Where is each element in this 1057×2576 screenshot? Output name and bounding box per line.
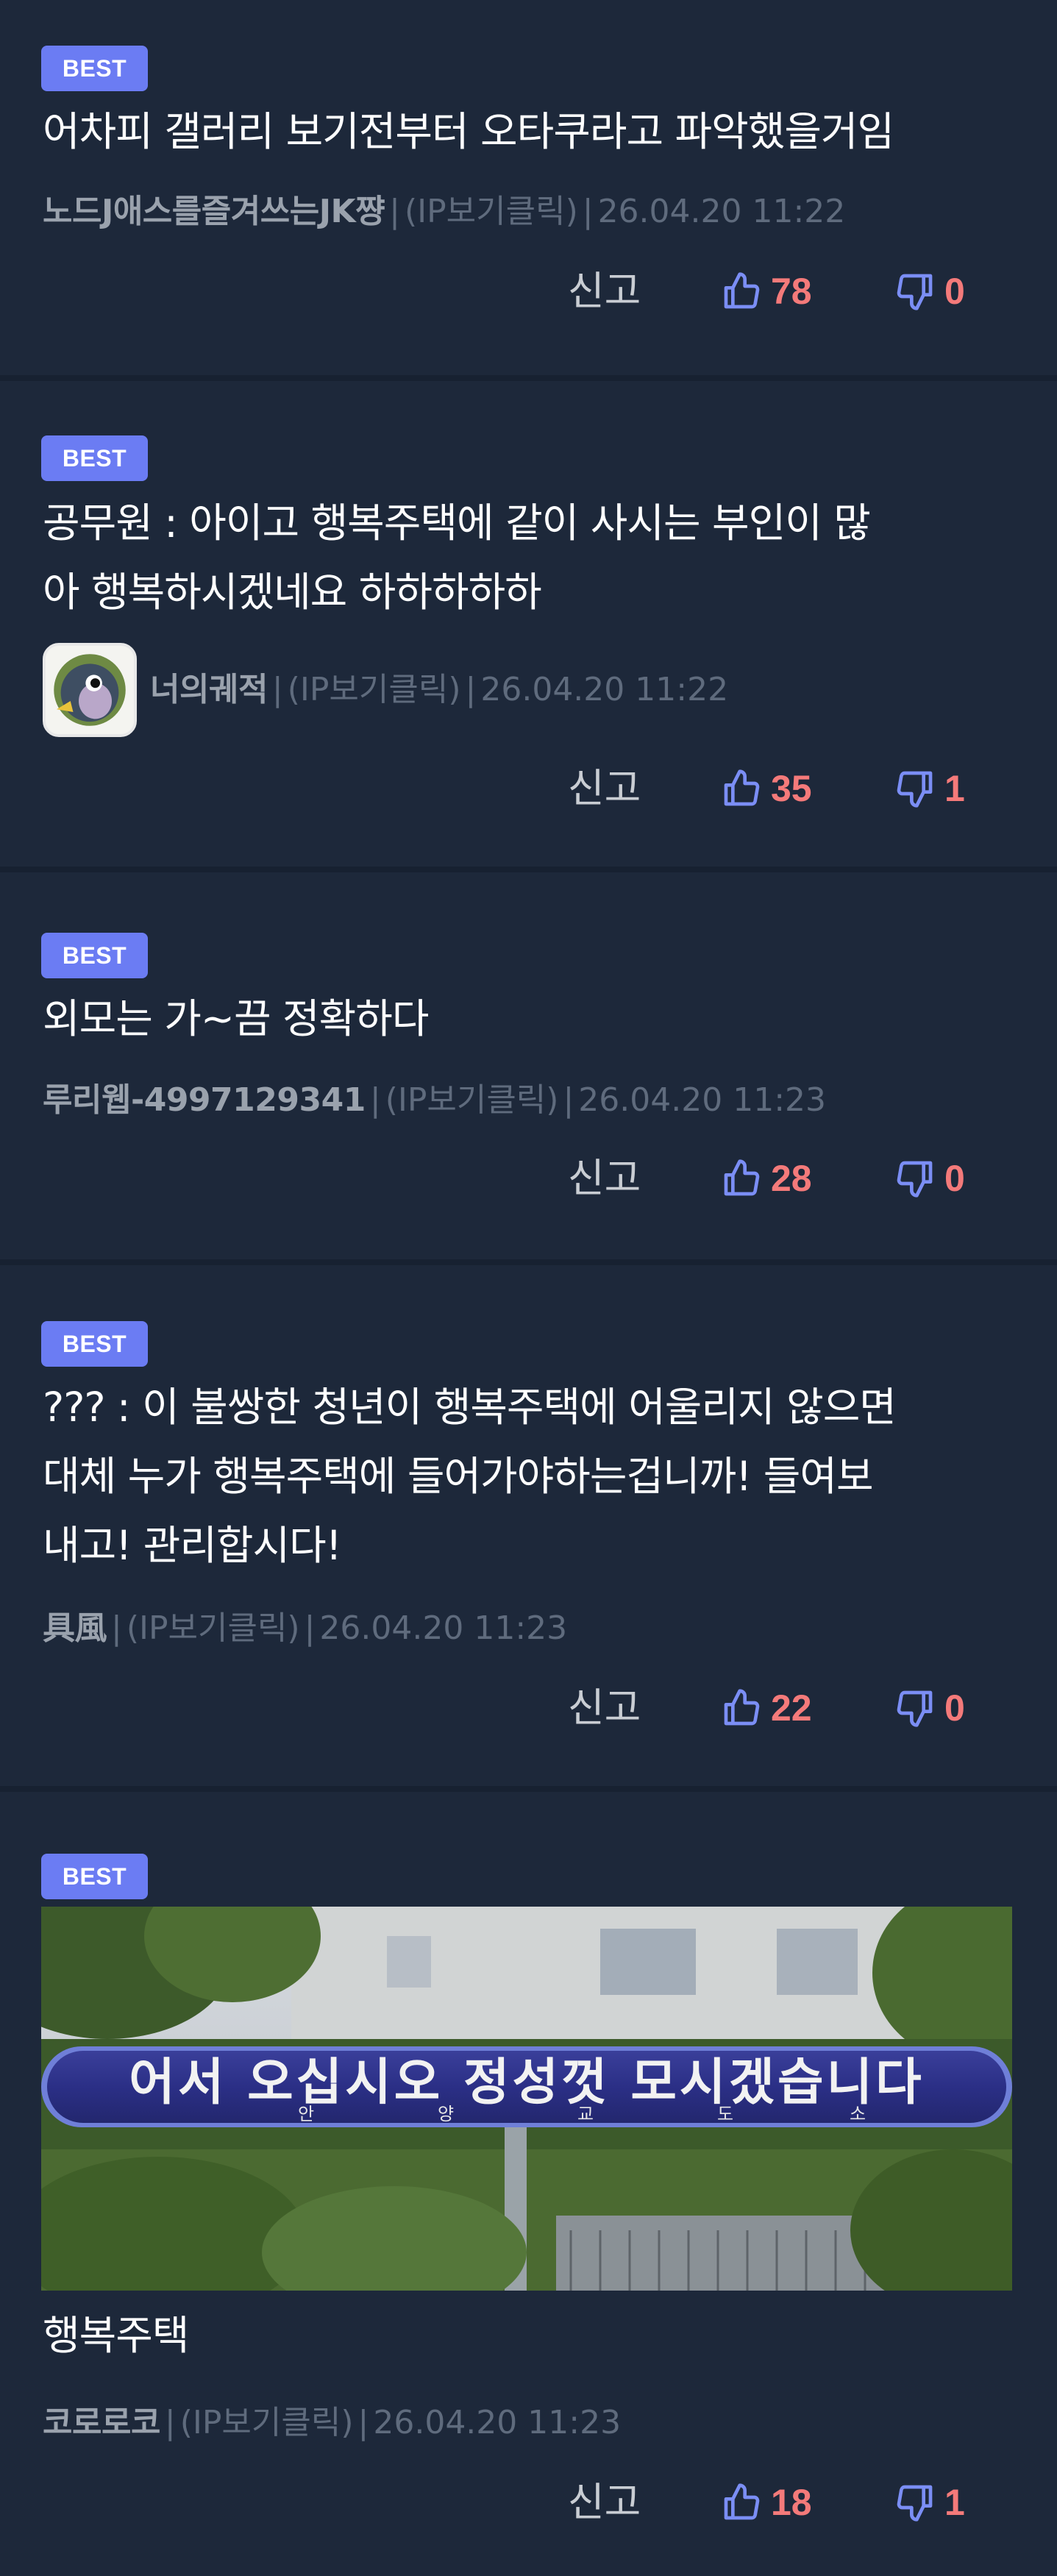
- comment-actions: 신고 78 0: [0, 262, 1057, 321]
- comment-meta: 코로로코 | (IP보기클릭) | 26.04.20 11:23: [43, 2401, 621, 2445]
- like-count: 35: [771, 768, 812, 809]
- nickname[interactable]: 너의궤적: [150, 668, 268, 712]
- dislike-count: 0: [944, 271, 965, 312]
- thumbs-down-icon: [897, 2485, 933, 2522]
- meta-separator: |: [582, 193, 594, 230]
- report-button[interactable]: 신고: [568, 759, 641, 818]
- dislike-button[interactable]: 0: [894, 1149, 965, 1208]
- meta-separator: |: [563, 1081, 574, 1119]
- comment-text: 어차피 갤러리 보기전부터 오타쿠라고 파악했을거임: [43, 108, 894, 155]
- thumbs-up-icon: [724, 272, 760, 309]
- thumbs-down-icon: [897, 274, 933, 310]
- like-button[interactable]: 22: [721, 1679, 812, 1737]
- dislike-count: 0: [944, 1687, 965, 1729]
- comment-item: BEST ??? : 이 불쌍한 청년이 행복주택에 어울리지 않으면 대체 누…: [0, 1265, 1057, 1786]
- divider: [0, 867, 1057, 872]
- sign-banner-text: 어서 오십시오 정성껏 모시겠습니다: [129, 2054, 924, 2112]
- comment-actions: 신고 35 1: [0, 759, 1057, 818]
- report-button[interactable]: 신고: [568, 1149, 641, 1208]
- meta-separator: |: [369, 1081, 381, 1119]
- like-count: 18: [771, 2482, 812, 2523]
- sign-sub-char: 교: [577, 2104, 594, 2124]
- timestamp: 26.04.20 11:22: [597, 193, 846, 230]
- ip-view-link[interactable]: (IP보기클릭): [385, 1078, 559, 1122]
- timestamp: 26.04.20 11:23: [319, 1609, 568, 1647]
- best-badge: BEST: [41, 435, 148, 481]
- thumbs-down-icon: [897, 1690, 933, 1727]
- comment-meta: 너의궤적 | (IP보기클릭) | 26.04.20 11:22: [43, 643, 728, 737]
- comment-item: BEST 공무원 : 아이고 행복주택에 같이 사시는 부인이 많 아 행복하시…: [0, 381, 1057, 867]
- comment-item: BEST 어서 오십시오 정성껏 모시겠습니다 안 양 교 도 소 행복주택 코…: [0, 1792, 1057, 2576]
- like-button[interactable]: 35: [721, 759, 812, 818]
- penguin-avatar-icon: [46, 646, 134, 734]
- meta-separator: |: [465, 671, 477, 708]
- meta-separator: |: [389, 193, 400, 230]
- meta-separator: |: [357, 2404, 369, 2441]
- thumbs-up-icon: [724, 1159, 760, 1196]
- timestamp: 26.04.20 11:23: [578, 1081, 827, 1119]
- divider: [0, 1259, 1057, 1265]
- thumbs-up-icon: [724, 2483, 760, 2520]
- comment-item: BEST 어차피 갤러리 보기전부터 오타쿠라고 파악했을거임 노드J애스를즐겨…: [0, 0, 1057, 375]
- divider: [0, 375, 1057, 381]
- sign-sub-char: 도: [717, 2104, 733, 2124]
- ip-view-link[interactable]: (IP보기클릭): [288, 668, 461, 712]
- comment-actions: 신고 28 0: [0, 1149, 1057, 1208]
- comment-actions: 신고 22 0: [0, 1679, 1057, 1737]
- dislike-button[interactable]: 0: [894, 262, 965, 321]
- best-badge: BEST: [41, 1854, 148, 1899]
- best-badge: BEST: [41, 933, 148, 978]
- ip-view-link[interactable]: (IP보기클릭): [180, 2401, 354, 2445]
- like-button[interactable]: 18: [721, 2473, 812, 2532]
- nickname[interactable]: 루리웹-4997129341: [43, 1078, 366, 1122]
- like-button[interactable]: 78: [721, 262, 812, 321]
- comment-item: BEST 외모는 가~끔 정확하다 루리웹-4997129341 | (IP보기…: [0, 872, 1057, 1259]
- dislike-count: 1: [944, 2482, 965, 2523]
- best-badge: BEST: [41, 1321, 148, 1367]
- timestamp: 26.04.20 11:23: [373, 2404, 622, 2441]
- thumbs-up-icon: [724, 769, 760, 806]
- divider: [0, 1786, 1057, 1792]
- comment-text: 외모는 가~끔 정확하다: [43, 995, 429, 1042]
- timestamp: 26.04.20 11:22: [480, 671, 729, 708]
- comment-text: 행복주택: [43, 2312, 189, 2359]
- report-button[interactable]: 신고: [568, 262, 641, 321]
- report-button[interactable]: 신고: [568, 2473, 641, 2532]
- dislike-count: 0: [944, 1158, 965, 1199]
- dislike-button[interactable]: 0: [894, 1679, 965, 1737]
- report-button[interactable]: 신고: [568, 1679, 641, 1737]
- comment-actions: 신고 18 1: [0, 2473, 1057, 2532]
- comment-meta: 루리웹-4997129341 | (IP보기클릭) | 26.04.20 11:…: [43, 1078, 826, 1122]
- like-button[interactable]: 28: [721, 1149, 812, 1208]
- comment-image[interactable]: 어서 오십시오 정성껏 모시겠습니다 안 양 교 도 소: [41, 1907, 1012, 2291]
- comment-meta: 具風 | (IP보기클릭) | 26.04.20 11:23: [43, 1607, 567, 1651]
- best-badge: BEST: [41, 46, 148, 91]
- like-count: 78: [771, 271, 812, 312]
- comment-text: ??? : 이 불쌍한 청년이 행복주택에 어울리지 않으면 대체 누가 행복주…: [43, 1384, 897, 1569]
- comment-meta: 노드J애스를즐겨쓰는JK쨩 | (IP보기클릭) | 26.04.20 11:2…: [43, 190, 845, 234]
- dislike-button[interactable]: 1: [894, 2473, 965, 2532]
- sign-sub-char: 소: [850, 2104, 866, 2124]
- dislike-button[interactable]: 1: [894, 759, 965, 818]
- ip-view-link[interactable]: (IP보기클릭): [127, 1607, 300, 1651]
- like-count: 22: [771, 1687, 812, 1729]
- like-count: 28: [771, 1158, 812, 1199]
- thumbs-up-icon: [724, 1689, 760, 1726]
- meta-separator: |: [111, 1609, 122, 1647]
- thumbs-down-icon: [897, 771, 933, 808]
- nickname[interactable]: 具風: [43, 1607, 107, 1651]
- nickname[interactable]: 코로로코: [43, 2401, 160, 2445]
- comment-text: 공무원 : 아이고 행복주택에 같이 사시는 부인이 많 아 행복하시겠네요 하…: [43, 499, 871, 616]
- sign-sub-char: 양: [438, 2104, 454, 2124]
- avatar[interactable]: [43, 643, 137, 737]
- meta-separator: |: [164, 2404, 176, 2441]
- prison-sign-photo: 어서 오십시오 정성껏 모시겠습니다 안 양 교 도 소: [41, 1907, 1012, 2291]
- meta-separator: |: [271, 671, 283, 708]
- sign-sub-char: 안: [298, 2104, 314, 2124]
- nickname[interactable]: 노드J애스를즐겨쓰는JK쨩: [43, 190, 385, 234]
- thumbs-down-icon: [897, 1161, 933, 1198]
- ip-view-link[interactable]: (IP보기클릭): [405, 190, 578, 234]
- dislike-count: 1: [944, 768, 965, 809]
- meta-separator: |: [304, 1609, 316, 1647]
